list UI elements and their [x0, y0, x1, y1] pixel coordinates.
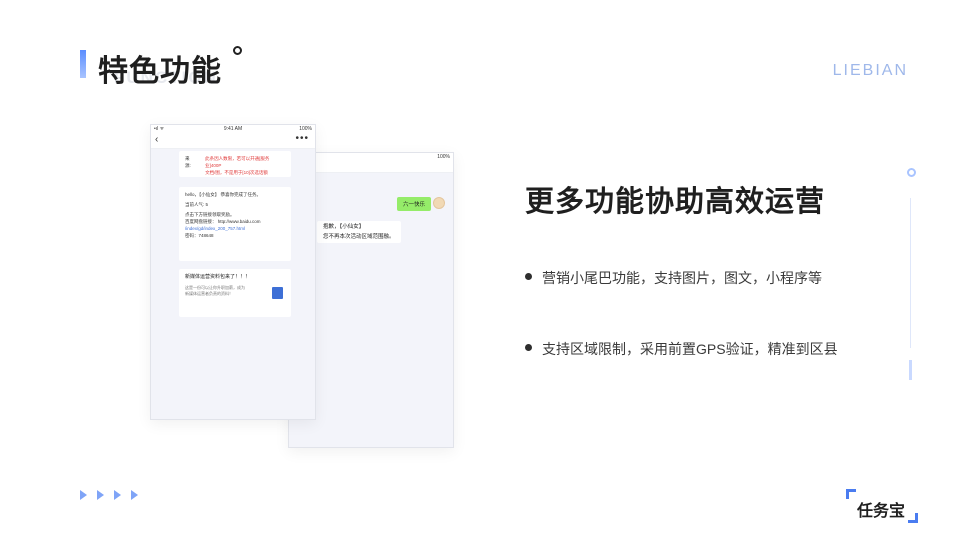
share-card-title: 新媒体运营资料包来了！！！ — [185, 274, 251, 280]
bullet-icon — [525, 273, 532, 280]
ring-icon — [907, 168, 916, 177]
back-chevron-icon[interactable]: ‹ — [155, 134, 158, 145]
chat-bubble-sent: 六一快乐 — [396, 197, 431, 211]
reward-message-card: hello，【小仙女】 恭喜你完成了任务。 当前人气: 5 点击下方链接领取奖励… — [179, 187, 291, 261]
notice-line: 此条因人数限，若可以开通[服务业]400P — [205, 156, 270, 168]
battery-indicator: 100% — [299, 126, 312, 132]
message-link[interactable]: /index/gd/index_200_757.html — [185, 225, 285, 232]
brand-wordmark: LIEBIAN — [832, 62, 908, 79]
message-line: 当前人气: 5 — [185, 202, 209, 207]
phone-mockup-front: •ıl ᯤ 9:41 AM 100% ‹ ••• 来源: 此条因人数限，若可以开… — [150, 124, 316, 420]
arrow-right-icon — [97, 490, 104, 500]
feature-bullet-1: 营销小尾巴功能，支持图片，图文，小程序等 — [542, 270, 822, 286]
arrow-right-icon — [131, 490, 138, 500]
feature-bullet-2: 支持区域限制，采用前置GPS验证，精准到区县 — [542, 341, 838, 357]
bracket-corner-icon — [908, 513, 918, 523]
arrow-right-icon — [114, 490, 121, 500]
title-accent-bar — [80, 50, 86, 78]
battery-indicator: 100% — [437, 154, 450, 160]
notice-line: 文档/图，不是用于[10]次选话额 — [205, 170, 268, 175]
message-line: hello，【小仙女】 恭喜你完成了任务。 — [185, 192, 262, 197]
bullet-icon — [525, 344, 532, 351]
document-thumbnail-icon — [272, 287, 283, 299]
status-time: 9:41 AM — [223, 126, 243, 132]
share-card-desc: 新媒体运营者负责的资料！ — [185, 291, 233, 296]
avatar — [433, 197, 445, 209]
message-line: 点击下方链接领取奖励。 — [185, 212, 235, 217]
page-title: 特色功能 — [98, 55, 222, 88]
more-options-icon[interactable]: ••• — [295, 133, 309, 144]
arrow-decoration — [80, 490, 138, 500]
vertical-accent-bar — [909, 360, 912, 380]
status-bar: •ıl ᯤ 9:41 AM 100% — [151, 125, 315, 133]
notice-label: 来源: — [185, 156, 191, 168]
chat-line: 抱歉，【小仙女】 — [323, 224, 365, 230]
degree-dot-icon — [233, 46, 242, 55]
chat-line: 您不再本次活动区域范围融。 — [323, 234, 395, 240]
vertical-divider — [910, 198, 911, 348]
chat-bubble-received: 抱歉，【小仙女】 您不再本次活动区域范围融。 — [317, 221, 401, 243]
brand-logo: 任务宝 — [846, 489, 918, 523]
message-line: 百度网盘链接： http://www.baidu.com — [185, 219, 261, 224]
link-share-card[interactable]: 新媒体运营资料包来了！！！ 这是一份可以让你升职加薪，成为 新媒体运营者负责的资… — [179, 269, 291, 317]
notice-card: 来源: 此条因人数限，若可以开通[服务业]400P 文档/图，不是用于[10]次… — [179, 151, 291, 177]
nav-bar: ‹ ••• — [151, 133, 315, 149]
feature-heading: 更多功能协助高效运营 — [525, 186, 826, 218]
bracket-corner-icon — [846, 489, 856, 499]
arrow-right-icon — [80, 490, 87, 500]
message-line: 密码：748648 — [185, 233, 214, 238]
logo-text: 任务宝 — [857, 503, 906, 520]
